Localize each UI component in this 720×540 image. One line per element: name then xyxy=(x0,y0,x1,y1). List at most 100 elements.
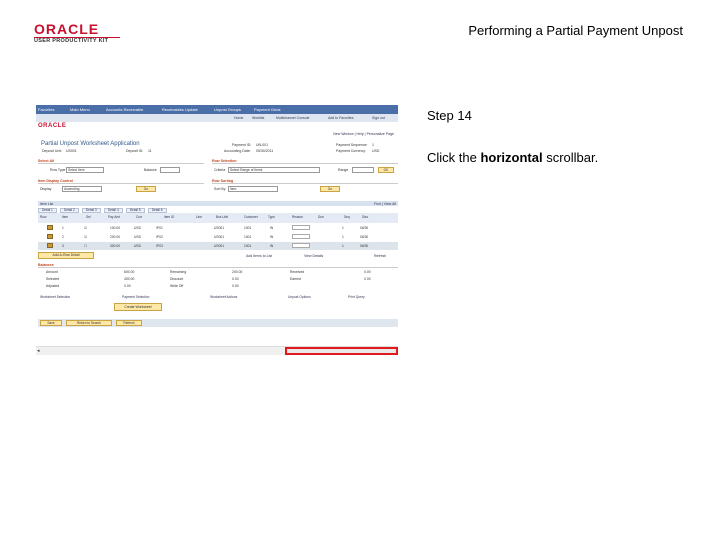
payment-id-value: UN-001 xyxy=(256,143,269,147)
nav-unpost-groups[interactable]: Unpost Groups xyxy=(214,107,241,112)
row-number: 2 xyxy=(62,235,64,239)
nav-accounts-receivable[interactable]: Accounts Receivable xyxy=(106,107,143,112)
unpost-options-link[interactable]: Unpost Options xyxy=(288,295,311,299)
add-row-detail-button[interactable]: Add-A-Row Detail xyxy=(38,252,94,259)
return-to-search-button[interactable]: Return to Search xyxy=(66,320,112,326)
select-check-icon[interactable]: ☑ xyxy=(84,226,87,230)
page-top-links[interactable]: New Window | Help | Personalize Page xyxy=(333,132,394,136)
row-business-unit[interactable]: US001 xyxy=(214,244,224,248)
table-row[interactable]: 3 ☐ 300.00 USD IP03 US001 1001 IN 1 06/3… xyxy=(38,242,398,250)
col-customer[interactable]: Customer xyxy=(244,215,258,219)
nav-payment-grids[interactable]: Payment Grids xyxy=(254,107,280,112)
row-customer[interactable]: 1001 xyxy=(244,235,251,239)
col-due[interactable]: Due xyxy=(318,215,324,219)
nav-sign-out-link[interactable]: Sign out xyxy=(372,116,385,120)
col-reason[interactable]: Reason xyxy=(292,215,303,219)
save-button[interactable]: Save xyxy=(40,320,62,326)
refresh-link[interactable]: Refresh xyxy=(374,254,386,258)
col-type[interactable]: Type xyxy=(268,215,275,219)
nav-home-link[interactable]: Home xyxy=(234,116,243,120)
worksheet-actions-link[interactable]: Worksheet Actions xyxy=(210,295,237,299)
criteria-select[interactable]: Select Range of Items xyxy=(228,167,320,173)
scroll-left-arrow-icon[interactable]: ◂ xyxy=(37,348,43,354)
row-date[interactable]: 06/30 xyxy=(360,226,368,230)
row-item-id[interactable]: IP02 xyxy=(156,235,163,239)
table-row[interactable]: 2 ☑ 200.00 USD IP02 US001 1001 IN 1 06/3… xyxy=(38,233,398,241)
col-row[interactable]: Row xyxy=(40,215,46,219)
row-number: 1 xyxy=(62,226,64,230)
row-customer[interactable]: 1001 xyxy=(244,244,251,248)
display-select[interactable]: Ascending xyxy=(62,186,102,192)
display-go-button[interactable]: Go xyxy=(136,186,156,192)
row-number: 3 xyxy=(62,244,64,248)
row-sorting-section: Row Sorting xyxy=(212,179,398,184)
balance-value-3: 0.00 xyxy=(364,277,371,281)
row-reason-input[interactable] xyxy=(292,225,310,230)
row-item-id[interactable]: IP01 xyxy=(156,226,163,230)
create-worksheet-button[interactable]: Create Worksheet xyxy=(114,303,162,311)
col-item[interactable]: Item xyxy=(62,215,68,219)
row-type[interactable]: IN xyxy=(270,244,273,248)
row-business-unit[interactable]: US001 xyxy=(214,235,224,239)
row-reason-input[interactable] xyxy=(292,243,310,248)
item-list-header: Item List Find | View All xyxy=(38,201,398,206)
nav-worklist-link[interactable]: Worklist xyxy=(252,116,264,120)
row-date[interactable]: 06/30 xyxy=(360,235,368,239)
range-input[interactable] xyxy=(352,167,374,173)
col-seq[interactable]: Seq xyxy=(344,215,350,219)
balance-label-2: Write Off xyxy=(170,284,184,288)
sort-go-button[interactable]: Go xyxy=(320,186,340,192)
select-check-icon[interactable]: ☐ xyxy=(84,244,87,248)
nav-receivables-update[interactable]: Receivables Update xyxy=(162,107,198,112)
col-sel[interactable]: Sel xyxy=(86,215,91,219)
row-type[interactable]: IN xyxy=(270,235,273,239)
grid-find-link[interactable]: Find | View All xyxy=(374,202,396,206)
folder-icon[interactable] xyxy=(47,234,53,239)
grid-column-headers: Row Item Sel Pay Amt Curr Item ID Line B… xyxy=(38,213,398,223)
row-reason-input[interactable] xyxy=(292,234,310,239)
table-row[interactable]: 1 ☑ 100.00 USD IP01 US001 1001 IN 1 06/3… xyxy=(38,224,398,232)
scrollbar-thumb-highlight[interactable] xyxy=(285,347,398,355)
select-all-section: Select All xyxy=(38,159,204,164)
select-check-icon[interactable]: ☑ xyxy=(84,235,87,239)
row-selection-section: Row Selection xyxy=(212,159,398,164)
sort-by-select[interactable]: Item xyxy=(228,186,278,192)
nav-main-menu[interactable]: Main Menu xyxy=(70,107,90,112)
col-item-id[interactable]: Item ID xyxy=(164,215,174,219)
balance-label: Balance xyxy=(144,168,157,172)
row-type[interactable]: IN xyxy=(270,226,273,230)
balance-row: Selected 400.00 Discount 0.00 Earned 0.0… xyxy=(38,277,398,283)
nav-multichannel-link[interactable]: Multichannel Console xyxy=(276,116,309,120)
nav-favorites[interactable]: Favorites xyxy=(38,107,54,112)
col-bus-unit[interactable]: Bus Unit xyxy=(216,215,228,219)
row-customer[interactable]: 1001 xyxy=(244,226,251,230)
nav-add-favorites-link[interactable]: Add to Favorites xyxy=(328,116,353,120)
row-amount[interactable]: 100.00 xyxy=(110,226,120,230)
row-date[interactable]: 06/30 xyxy=(360,244,368,248)
payment-selection-link[interactable]: Payment Selection xyxy=(122,295,150,299)
view-details-link[interactable]: View Details xyxy=(304,254,323,258)
balance-input[interactable] xyxy=(160,167,180,173)
col-pay-amt[interactable]: Pay Amt xyxy=(108,215,120,219)
balance-value: 0.00 xyxy=(124,284,131,288)
folder-icon[interactable] xyxy=(47,243,53,248)
col-curr[interactable]: Curr xyxy=(136,215,142,219)
add-items-link[interactable]: Add Items to List xyxy=(246,254,272,258)
row-amount[interactable]: 200.00 xyxy=(110,235,120,239)
row-business-unit[interactable]: US001 xyxy=(214,226,224,230)
row-amount[interactable]: 300.00 xyxy=(110,244,120,248)
deposit-id-value: 11 xyxy=(148,149,152,153)
app-brand-logo: ORACLE xyxy=(38,123,67,129)
horizontal-scrollbar[interactable]: ◂ xyxy=(36,346,398,355)
row-item-id[interactable]: IP03 xyxy=(156,244,163,248)
col-disc[interactable]: Disc xyxy=(362,215,368,219)
display-label: Display xyxy=(40,187,52,191)
row-type-select[interactable]: Select Item xyxy=(66,167,104,173)
folder-icon[interactable] xyxy=(47,225,53,230)
application-screenshot: Favorites Main Menu Accounts Receivable … xyxy=(36,105,398,355)
worksheet-selection-link[interactable]: Worksheet Selection xyxy=(40,295,70,299)
range-ok-button[interactable]: OK xyxy=(378,167,394,173)
refresh-button[interactable]: Refresh xyxy=(116,320,142,326)
col-line[interactable]: Line xyxy=(196,215,202,219)
print-query-link[interactable]: Print Query xyxy=(348,295,365,299)
